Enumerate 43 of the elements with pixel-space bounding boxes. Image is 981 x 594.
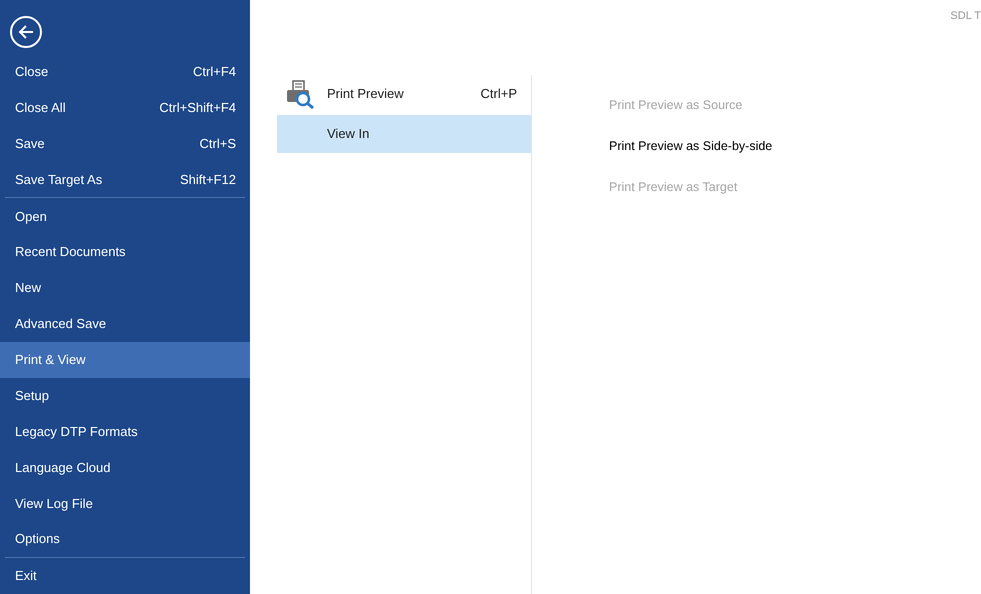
menu-item-label: Close [15,63,48,82]
option-item[interactable]: Print Preview as Side-by-side [609,126,772,167]
menu-item[interactable]: Exit [0,558,250,594]
shortcut-text: Shift+F12 [180,170,236,189]
command-label: Print Preview [327,85,405,104]
menu-item[interactable]: Recent Documents [0,234,250,270]
menu-item-label: Legacy DTP Formats [15,422,138,441]
shortcut-text: Ctrl+P [480,85,517,104]
menu-item-label: Open [15,208,47,226]
menu-item[interactable]: Advanced Save [0,306,250,342]
menu-item[interactable]: Open [0,198,250,234]
menu-item[interactable]: Setup [0,378,250,414]
app-title: SDL T [950,9,981,24]
menu-item-label: Setup [15,386,49,405]
back-arrow-icon [17,22,35,41]
menu-item-label: New [15,279,42,298]
command-item[interactable]: Print Preview Ctrl+P [277,75,531,113]
back-button[interactable] [10,16,42,48]
command-item[interactable]: View In [277,115,531,153]
menu-item-label: Options [15,530,60,548]
menu-item-label: Language Cloud [15,458,110,477]
menu-item-label: Save Target As [15,170,102,189]
menu-item[interactable]: Close Ctrl+F4 [0,54,250,90]
shortcut-text: Ctrl+S [200,134,236,153]
menu-item-label: Advanced Save [15,315,106,334]
menu-item[interactable]: Close All Ctrl+Shift+F4 [0,90,250,126]
shortcut-text: Ctrl+Shift+F4 [159,98,236,117]
menu-item-label: Recent Documents [15,243,126,262]
menu-item[interactable]: Save Target As Shift+F12 [0,161,250,198]
menu-item-label: Close All [15,98,66,117]
menu-item[interactable]: New [0,270,250,306]
shortcut-text: Ctrl+F4 [193,63,236,82]
menu-item-label: View Log File [15,494,93,513]
menu-item-label: Save [15,134,45,153]
menu-item[interactable]: Save Ctrl+S [0,126,250,162]
menu-item[interactable]: Language Cloud [0,449,250,486]
menu-item[interactable]: Options [0,521,250,558]
menu-item-label: Exit [15,567,37,586]
command-label: View In [327,125,370,144]
menu-item[interactable]: Print & View [0,342,250,378]
menu-item[interactable]: Legacy DTP Formats [0,414,250,450]
menu-item[interactable]: View Log File [0,485,250,522]
menu-item-label: Print & View [15,351,86,370]
